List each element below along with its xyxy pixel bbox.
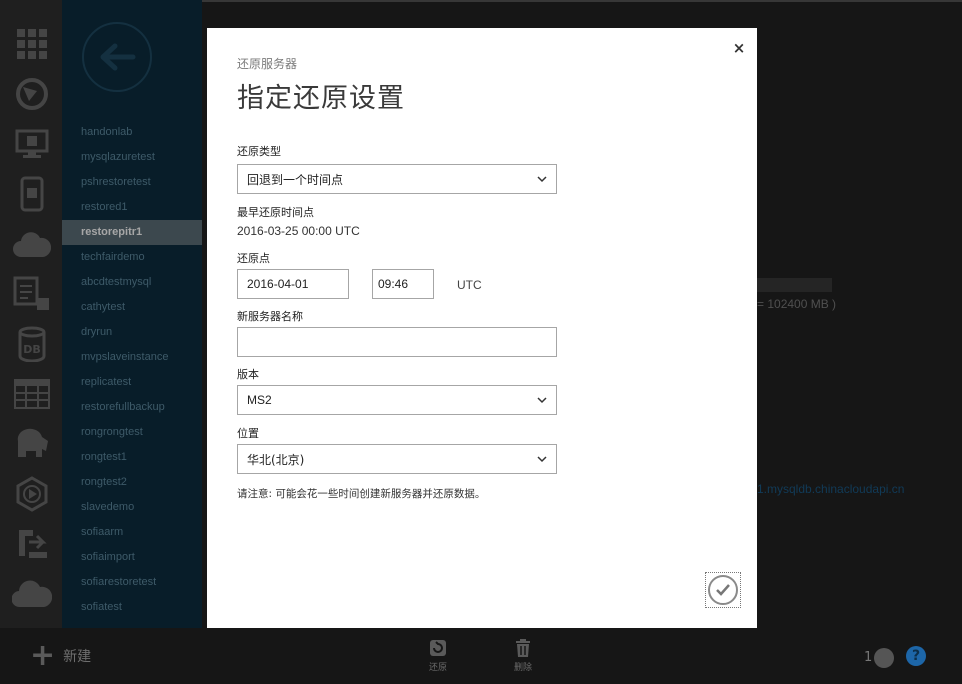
confirm-button[interactable] — [705, 572, 741, 608]
restore-label: 还原 — [428, 663, 447, 673]
command-bar: + 新建 还原 删除 — [0, 628, 962, 684]
restore-icon — [430, 640, 446, 656]
chevron-down-icon — [537, 456, 547, 463]
new-label: 新建 — [63, 649, 92, 665]
dialog-subtitle: 还原服务器 — [237, 57, 298, 71]
earliest-restore-value: 2016-03-25 00:00 UTC — [237, 224, 360, 238]
restore-note: 请注意: 可能会花一些时间创建新服务器并还原数据。 — [237, 488, 486, 500]
delete-label: 删除 — [513, 663, 532, 673]
chevron-down-icon — [537, 397, 547, 404]
trash-icon — [516, 639, 530, 657]
restore-date-input[interactable]: 2016-04-01 — [237, 269, 349, 299]
location-select[interactable]: 华北(北京) — [237, 444, 557, 474]
server-name-input[interactable] — [237, 327, 557, 357]
location-value: 华北(北京) — [247, 452, 305, 467]
location-label: 位置 — [237, 427, 259, 440]
chevron-down-icon — [537, 176, 547, 183]
new-button[interactable]: + 新建 — [30, 638, 92, 673]
restore-dialog: × 还原服务器 指定还原设置 还原类型 回退到一个时间点 最早还原时间点 201… — [207, 28, 757, 628]
restore-type-value: 回退到一个时间点 — [247, 172, 344, 187]
restore-time-input[interactable]: 09:46 — [372, 269, 434, 299]
timezone-label: UTC — [457, 278, 482, 292]
restore-point-label: 还原点 — [237, 252, 270, 265]
version-select[interactable]: MS2 — [237, 385, 557, 415]
restore-type-select[interactable]: 回退到一个时间点 — [237, 164, 557, 194]
close-icon[interactable]: × — [731, 40, 747, 56]
version-value: MS2 — [247, 393, 272, 407]
checkmark-icon — [708, 575, 738, 605]
notification-count: 1 — [864, 650, 873, 665]
dialog-title: 指定还原设置 — [237, 83, 405, 114]
server-name-label: 新服务器名称 — [237, 310, 303, 323]
version-label: 版本 — [237, 368, 259, 381]
plus-icon: + — [30, 638, 56, 673]
earliest-restore-label: 最早还原时间点 — [237, 206, 314, 219]
wrench-icon[interactable] — [874, 648, 894, 668]
restore-button[interactable]: 还原 — [418, 638, 458, 673]
help-icon[interactable]: ? — [906, 646, 926, 666]
restore-type-label: 还原类型 — [237, 145, 281, 158]
delete-button[interactable]: 删除 — [503, 638, 543, 673]
